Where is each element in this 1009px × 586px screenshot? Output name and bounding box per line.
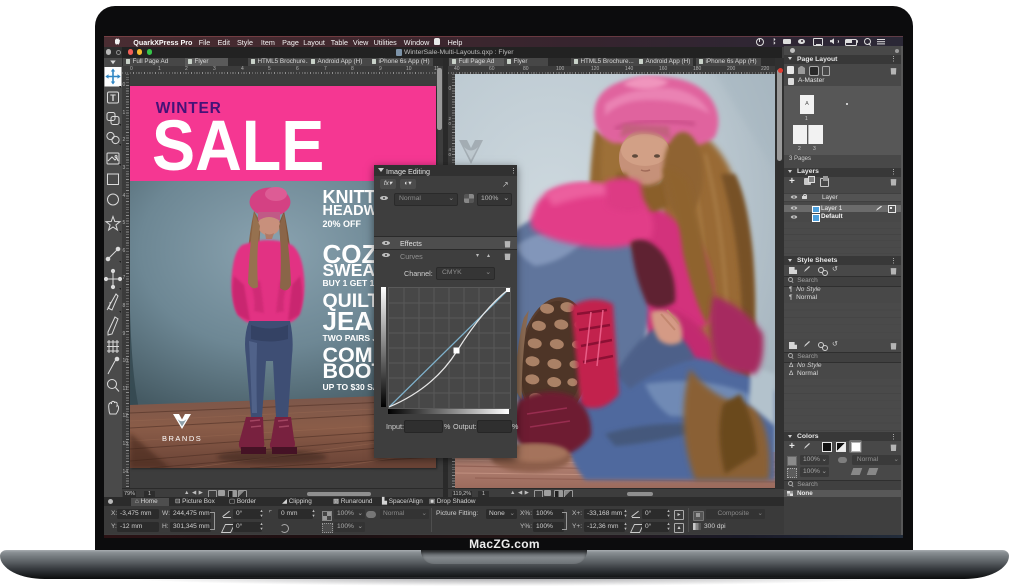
- svg-text:T: T: [110, 93, 116, 103]
